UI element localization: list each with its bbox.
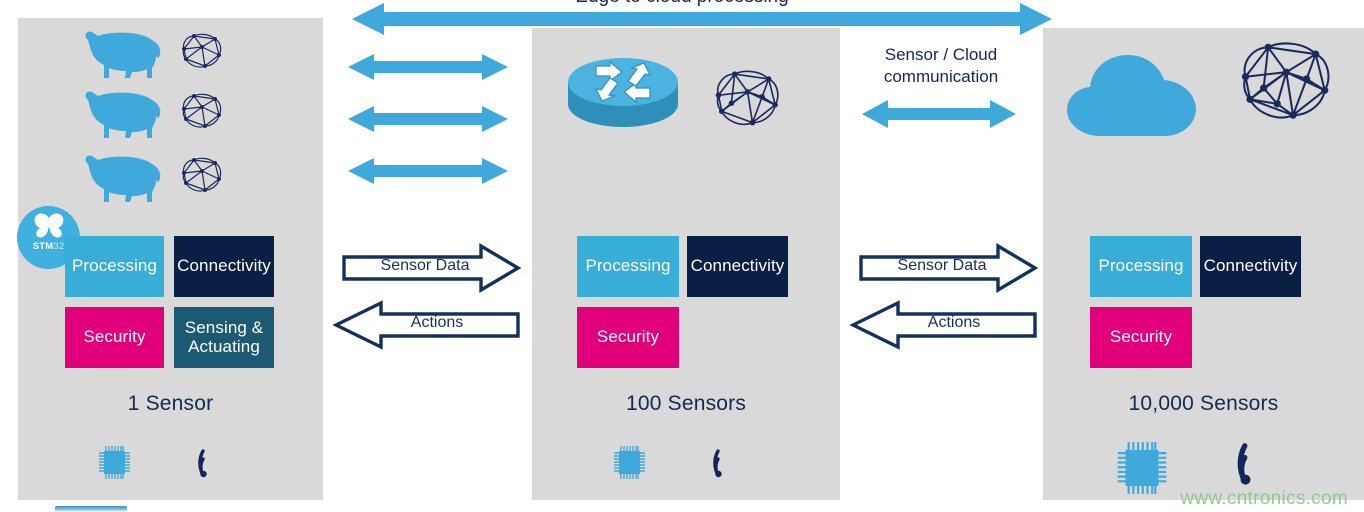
edge-sensor-data-arrow: Sensor Data [341, 243, 521, 293]
brain-network-icon [178, 155, 224, 197]
cloud-sensor-data-arrow: Sensor Data [858, 243, 1038, 293]
cloud-icon [1065, 53, 1198, 138]
cloud-connectivity-box[interactable]: Connectivity [1200, 236, 1301, 297]
gateway-processing-box[interactable]: Processing [577, 236, 679, 297]
cloud-actions-arrow: Actions [850, 300, 1038, 350]
cloud-processing-box[interactable]: Processing [1090, 236, 1192, 297]
box-label: Processing [585, 256, 671, 276]
box-label: Processing [1098, 256, 1184, 276]
caption-line-1: Sensor / Cloud [884, 45, 998, 64]
cow-icon [80, 28, 162, 80]
box-label: Connectivity [177, 256, 271, 276]
brain-network-icon [178, 31, 224, 73]
box-label: Sensing & Actuating [184, 317, 264, 356]
diagram-canvas: Edge to cloud processing [0, 0, 1364, 512]
edge-sensing-box[interactable]: Sensing & Actuating [174, 307, 274, 368]
edge-link-double-arrow [348, 156, 508, 186]
wireless-signal-icon [1237, 437, 1282, 487]
router-icon [566, 48, 680, 130]
box-label: Security [596, 327, 660, 347]
brain-network-icon [1228, 36, 1340, 131]
box-label: Connectivity [1203, 256, 1298, 276]
edge-sensor-count: 1 Sensor [127, 392, 214, 415]
brain-network-icon [178, 91, 224, 133]
gateway-sensor-count: 100 Sensors [625, 392, 747, 415]
box-label: Security [1109, 327, 1173, 347]
brain-network-icon [706, 66, 786, 134]
cloud-security-box[interactable]: Security [1090, 307, 1192, 368]
edge-connectivity-box[interactable]: Connectivity [174, 236, 274, 297]
edge-actions-arrow: Actions [333, 300, 521, 350]
caption-line-2: communication [883, 66, 999, 86]
microchip-icon [96, 443, 133, 482]
gateway-connectivity-box[interactable]: Connectivity [687, 236, 788, 297]
stm32-wordmark: STM32 [32, 241, 65, 252]
cloud-sensor-count: 10,000 Sensors [1128, 392, 1279, 415]
wireless-signal-icon [198, 445, 228, 479]
sensor-cloud-caption: Sensor / Cloud communication [856, 44, 1026, 88]
end-to-end-double-arrow [352, 2, 1052, 36]
gateway-security-box[interactable]: Security [577, 307, 679, 368]
microchip-icon [1113, 437, 1171, 499]
butterfly-icon [34, 213, 63, 238]
edge-link-double-arrow [348, 104, 508, 134]
box-label: Connectivity [690, 256, 785, 276]
edge-processing-box[interactable]: Processing [65, 236, 164, 297]
box-label: Security [83, 327, 146, 347]
microchip-icon [611, 443, 648, 482]
site-watermark: www.cntronics.com [1180, 488, 1348, 509]
cow-icon [80, 152, 162, 204]
cow-icon [80, 88, 162, 140]
wireless-signal-icon [713, 445, 743, 479]
sensor-cloud-double-arrow [862, 98, 1016, 130]
edge-link-double-arrow [348, 52, 508, 82]
edge-security-box[interactable]: Security [65, 307, 164, 368]
cropped-footer-strip [55, 506, 127, 512]
box-label: Processing [71, 256, 158, 276]
